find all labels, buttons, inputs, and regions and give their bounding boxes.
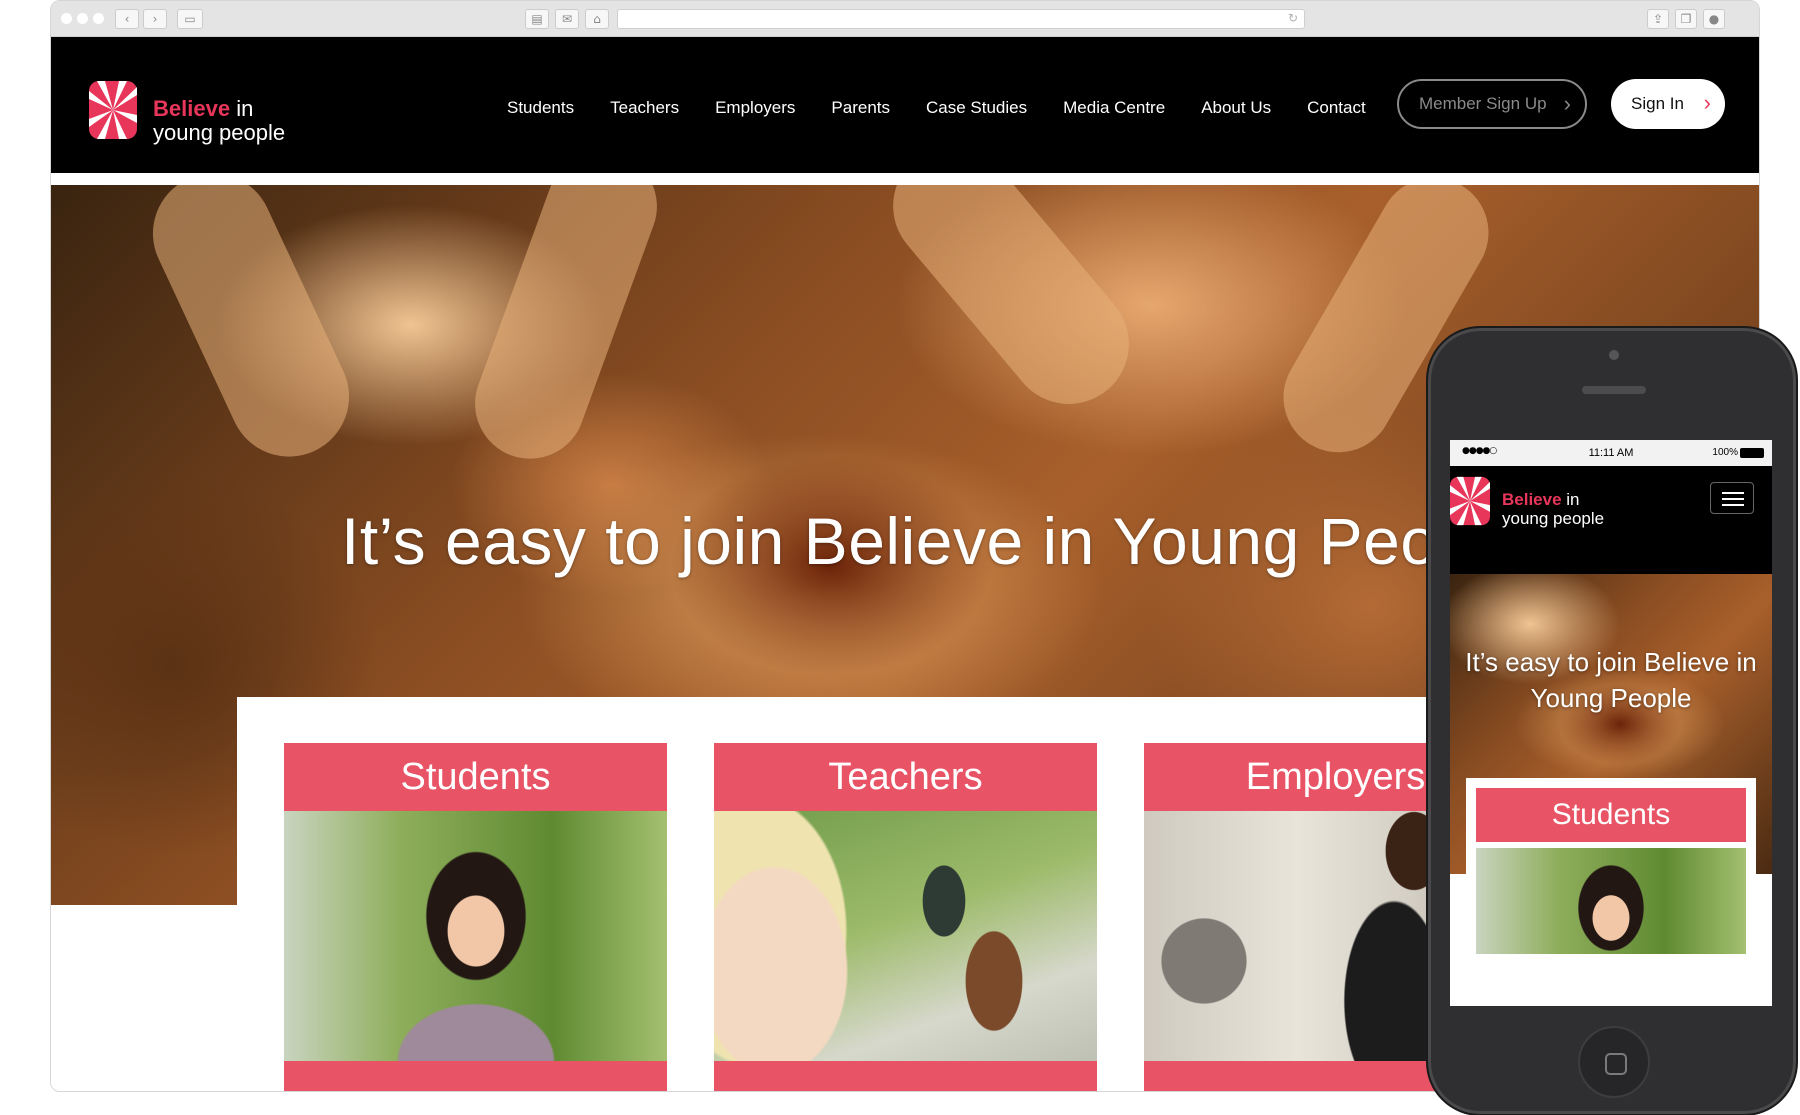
nav-about-us[interactable]: About Us: [1183, 93, 1289, 123]
mobile-logo-wordmark[interactable]: Believe in young people: [1502, 490, 1604, 528]
card-teachers[interactable]: Teachers: [714, 743, 1097, 1091]
tabs-icon: ❐: [1680, 12, 1692, 26]
nav-employers[interactable]: Employers: [697, 93, 813, 123]
site-header: Believe in young people Students Teacher…: [51, 37, 1759, 173]
phone-speaker: [1582, 386, 1646, 394]
window-minimize-dot[interactable]: [77, 13, 88, 24]
chevron-right-icon: ›: [1563, 91, 1571, 116]
battery-percent: 100%: [1712, 447, 1738, 458]
hamburger-menu-button[interactable]: [1710, 482, 1754, 514]
logo-wordmark[interactable]: Believe in young people: [153, 97, 285, 145]
share-button[interactable]: ⇪: [1647, 9, 1669, 29]
mail-button[interactable]: ✉: [555, 9, 579, 29]
starburst-logo-icon[interactable]: [1450, 476, 1490, 526]
nav-contact[interactable]: Contact: [1289, 93, 1384, 123]
nav-teachers[interactable]: Teachers: [592, 93, 697, 123]
main-nav: Students Teachers Employers Parents Case…: [489, 93, 1384, 123]
home-square-icon: [1605, 1053, 1627, 1075]
card-title: Teachers: [714, 743, 1097, 811]
mobile-card-panel: Students: [1466, 778, 1756, 954]
home-icon: ⌂: [593, 12, 601, 26]
hero-photo-arm: [459, 185, 673, 475]
sign-in-label: Sign In: [1631, 94, 1684, 113]
window-close-dot[interactable]: [61, 13, 72, 24]
address-bar[interactable]: ↻: [617, 9, 1305, 29]
nav-parents[interactable]: Parents: [813, 93, 908, 123]
mobile-card-students-title[interactable]: Students: [1476, 788, 1746, 842]
logo-word-in: in: [236, 96, 254, 121]
card-footer: [284, 1061, 667, 1091]
sidebar-icon: ▭: [184, 12, 196, 26]
logo-word-believe: Believe: [153, 96, 231, 121]
hamburger-line: [1722, 492, 1744, 494]
download-button[interactable]: ●: [1703, 9, 1725, 29]
mobile-screen: ●●●●○ 11:11 AM 100% Believe in young peo…: [1450, 440, 1772, 1006]
mobile-students-photo: [1476, 848, 1746, 954]
starburst-logo-icon[interactable]: [89, 81, 137, 139]
mobile-hero-title: It’s easy to join Believe in Young Peopl…: [1465, 647, 1757, 713]
home-button[interactable]: ⌂: [585, 9, 609, 29]
hamburger-line: [1722, 498, 1744, 500]
nav-students[interactable]: Students: [489, 93, 592, 123]
share-icon: ⇪: [1652, 12, 1664, 26]
chevron-left-icon: ‹: [124, 12, 130, 26]
back-button[interactable]: ‹: [115, 9, 139, 29]
hero-title: It’s easy to join Believe in Young Peopl…: [341, 504, 1528, 578]
sign-in-button[interactable]: Sign In ›: [1611, 79, 1725, 129]
battery-icon: [1740, 448, 1764, 458]
mobile-status-bar: ●●●●○ 11:11 AM 100%: [1450, 440, 1772, 466]
reload-icon[interactable]: ↻: [1288, 11, 1298, 25]
mobile-phone-frame: ●●●●○ 11:11 AM 100% Believe in young peo…: [1426, 326, 1798, 1115]
logo-word-believe: Believe: [1502, 490, 1562, 509]
teachers-photo: [714, 811, 1097, 1061]
window-zoom-dot[interactable]: [93, 13, 104, 24]
download-icon: ●: [1708, 12, 1720, 26]
browser-toolbar: ‹ › ▭ ▤ ✉ ⌂ ↻ ⇪ ❐ ●: [51, 1, 1759, 37]
chevron-right-icon: ›: [1703, 90, 1711, 115]
print-button[interactable]: ▤: [525, 9, 549, 29]
sidebar-button[interactable]: ▭: [177, 9, 203, 29]
mobile-header: Believe in young people: [1450, 466, 1772, 578]
logo-line-young-people: young people: [153, 120, 286, 145]
phone-camera: [1609, 350, 1619, 360]
mail-icon: ✉: [561, 12, 573, 26]
mockup-stage: ‹ › ▭ ▤ ✉ ⌂ ↻ ⇪ ❐ ● Believe in young peo…: [0, 0, 1800, 1115]
nav-media-centre[interactable]: Media Centre: [1045, 93, 1183, 123]
card-footer: [714, 1061, 1097, 1091]
window-controls: [61, 13, 104, 24]
students-photo: [284, 811, 667, 1061]
logo-word-in: in: [1566, 490, 1580, 509]
print-icon: ▤: [531, 12, 543, 26]
hero-photo-arm: [868, 185, 1154, 429]
hamburger-line: [1722, 504, 1744, 506]
hero-photo-arm: [133, 185, 369, 477]
tabs-button[interactable]: ❐: [1675, 9, 1697, 29]
logo-line-young-people: young people: [1502, 509, 1605, 528]
chevron-right-icon: ›: [152, 12, 158, 26]
card-students[interactable]: Students: [284, 743, 667, 1091]
phone-home-button[interactable]: [1578, 1026, 1650, 1098]
nav-case-studies[interactable]: Case Studies: [908, 93, 1045, 123]
member-sign-up-label: Member Sign Up: [1419, 94, 1547, 113]
card-title: Students: [284, 743, 667, 811]
forward-button[interactable]: ›: [143, 9, 167, 29]
member-sign-up-button[interactable]: Member Sign Up ›: [1397, 79, 1587, 129]
